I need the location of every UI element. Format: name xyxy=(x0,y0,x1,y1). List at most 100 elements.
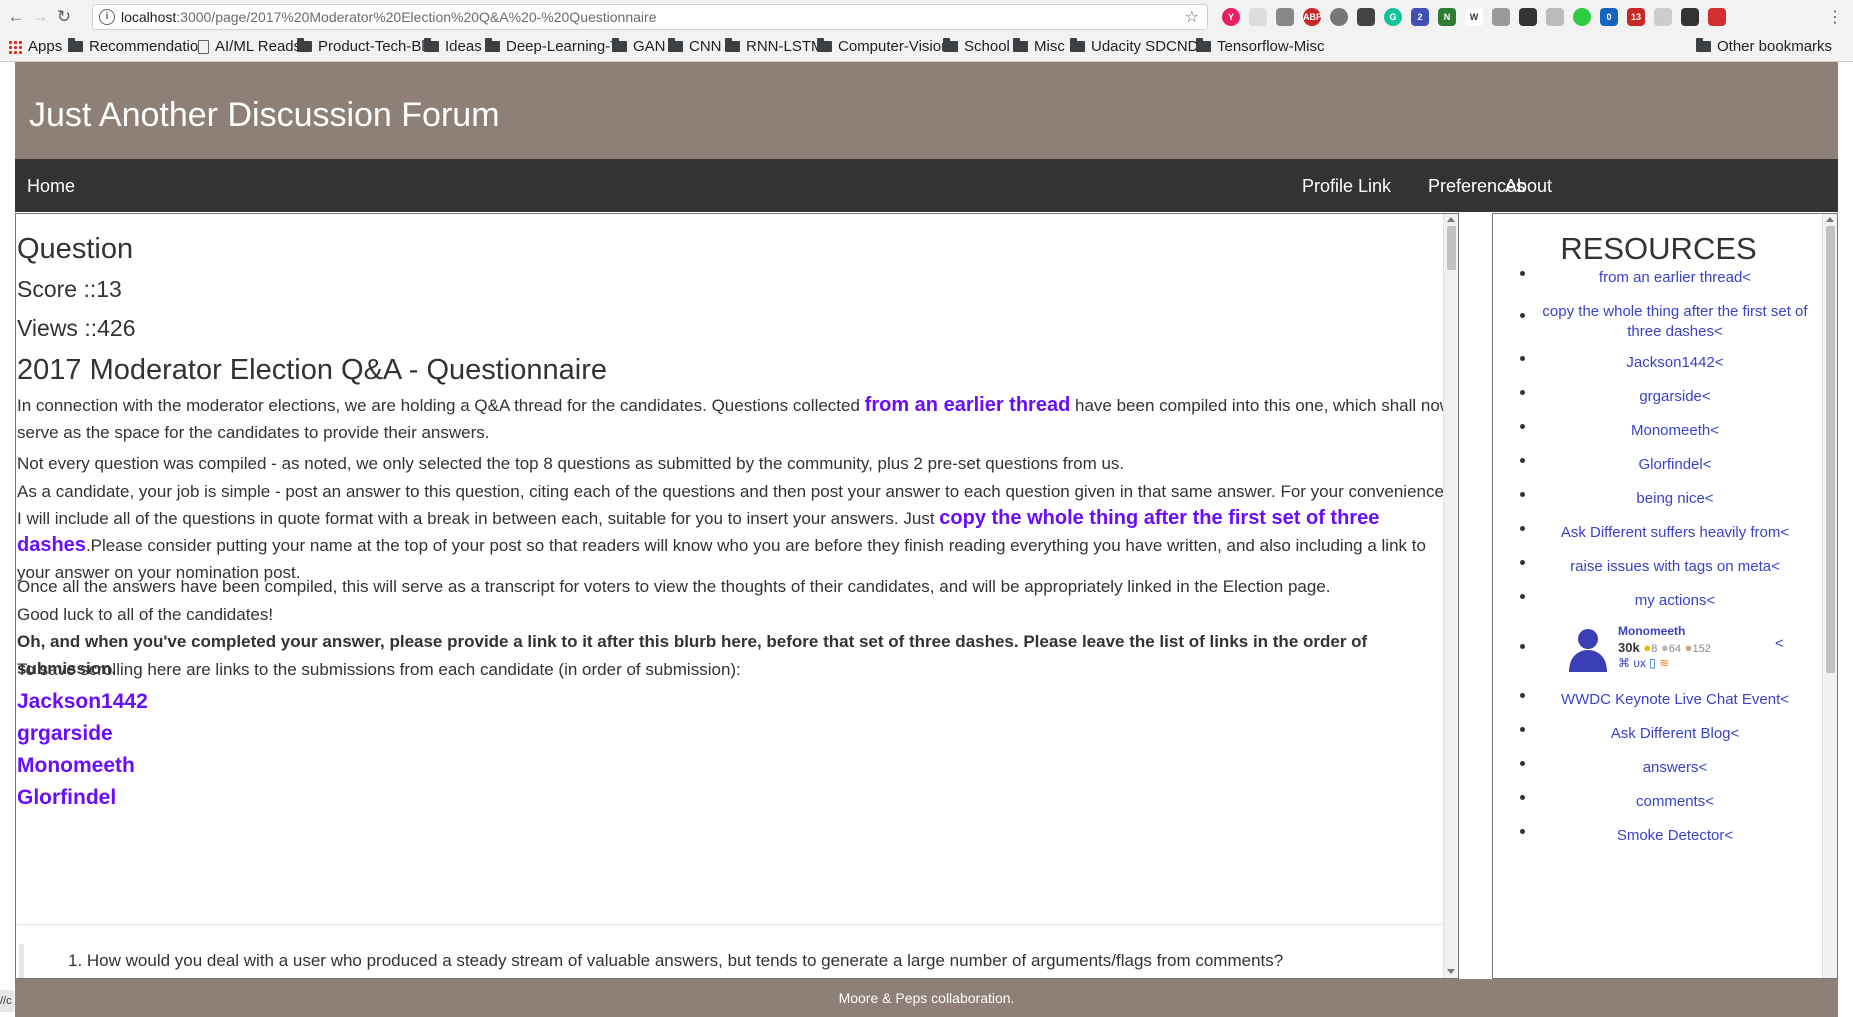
extension-red-icon[interactable] xyxy=(1708,8,1726,26)
resource-link[interactable]: my actions< xyxy=(1529,591,1821,611)
resource-link[interactable]: answers< xyxy=(1529,758,1821,778)
bookmark-label: Tensorflow-Misc xyxy=(1217,38,1325,55)
extension-lock-icon[interactable]: 0 xyxy=(1600,8,1618,26)
extension-drive-icon[interactable] xyxy=(1249,8,1267,26)
bookmark-item[interactable]: School xyxy=(943,38,1010,55)
adblock-icon[interactable]: ABP xyxy=(1303,8,1322,26)
resource-link[interactable]: Ask Different suffers heavily from< xyxy=(1529,523,1821,543)
pocket-icon[interactable] xyxy=(1519,8,1537,26)
bookmark-item[interactable]: CNN xyxy=(668,38,722,55)
bookmark-item[interactable]: Computer-Visior xyxy=(817,38,946,55)
bullet xyxy=(1520,313,1525,318)
extension-k-icon[interactable] xyxy=(1546,8,1564,26)
nav-home[interactable]: Home xyxy=(27,176,75,197)
candidate-link[interactable]: Glorfindel xyxy=(17,786,116,810)
extension-s-icon[interactable]: 2 xyxy=(1411,8,1429,26)
extension-inbox-icon[interactable] xyxy=(1276,8,1294,26)
grammarly-icon[interactable]: G xyxy=(1384,8,1402,26)
bookmark-item[interactable]: Deep-Learning-T xyxy=(485,38,619,55)
reload-icon[interactable]: ↻ xyxy=(54,7,74,27)
resource-link[interactable]: comments< xyxy=(1529,792,1821,812)
bookmark-item[interactable]: Ideas xyxy=(424,38,482,55)
paragraph-good-luck: Good luck to all of the candidates! xyxy=(17,605,274,624)
bullet xyxy=(1520,693,1525,698)
resources-scrollbar[interactable] xyxy=(1822,214,1837,978)
resources-panel: RESOURCES from an earlier thread< copy t… xyxy=(1492,213,1838,979)
info-icon[interactable]: i xyxy=(99,9,115,25)
extension-cup-icon[interactable] xyxy=(1492,8,1510,26)
scroll-down-icon[interactable] xyxy=(1447,969,1455,974)
extension-d-icon[interactable] xyxy=(1573,8,1591,26)
extension-chat-icon[interactable] xyxy=(1654,8,1672,26)
resource-link[interactable]: grgarside< xyxy=(1529,387,1821,407)
bookmark-item[interactable]: Tensorflow-Misc xyxy=(1196,38,1325,55)
nav-profile-link[interactable]: Profile Link xyxy=(1302,176,1391,197)
stack-icon: ≋ xyxy=(1659,656,1670,670)
scroll-up-icon[interactable] xyxy=(1447,217,1455,222)
bullet xyxy=(1520,644,1525,649)
candidate-link[interactable]: Jackson1442 xyxy=(17,690,148,714)
bookmark-item[interactable]: AI/ML Reads xyxy=(198,38,301,55)
scroll-up-icon[interactable] xyxy=(1826,217,1834,222)
extension-eye-icon[interactable] xyxy=(1330,8,1348,26)
candidate-link[interactable]: Monomeeth xyxy=(17,754,135,778)
resource-link[interactable]: Glorfindel< xyxy=(1529,455,1821,475)
resource-link[interactable]: Ask Different Blog< xyxy=(1529,724,1821,744)
flair-reputation: 30k ●8 ●64 ●152 xyxy=(1618,640,1711,655)
extension-n-icon[interactable]: N xyxy=(1438,8,1456,26)
paragraph-links-intro: To save scrolling here are links to the … xyxy=(17,660,741,679)
bullet xyxy=(1520,795,1525,800)
resource-link[interactable]: Jackson1442< xyxy=(1529,353,1821,373)
bookmark-star-icon[interactable]: ☆ xyxy=(1185,7,1199,27)
resource-link[interactable]: being nice< xyxy=(1529,489,1821,509)
bookmark-other[interactable]: Other bookmarks xyxy=(1696,38,1832,55)
flair-site-icons: ⌘ ᴜx ▯ ≋ xyxy=(1618,656,1669,670)
scrollbar-thumb[interactable] xyxy=(1826,226,1835,673)
url-text[interactable]: localhost:3000/page/2017%20Moderator%20E… xyxy=(121,9,656,25)
extension-y-icon[interactable]: Y xyxy=(1222,8,1240,26)
question-scrollbar[interactable] xyxy=(1443,214,1458,978)
resource-link[interactable]: WWDC Keynote Live Chat Event< xyxy=(1529,690,1821,710)
bookmark-apps[interactable]: Apps xyxy=(8,38,62,55)
rep-value: 30k xyxy=(1618,640,1640,655)
folder-icon xyxy=(725,38,740,52)
resource-link[interactable]: raise issues with tags on meta< xyxy=(1529,557,1821,577)
user-flair[interactable]: Monomeeth 30k ●8 ●64 ●152 ⌘ ᴜx ▯ ≋ < xyxy=(1565,622,1815,674)
site-footer: Moore & Peps collaboration. xyxy=(15,979,1838,1017)
bookmark-item[interactable]: Recommendatio xyxy=(68,38,198,55)
bookmark-label: Product-Tech-Bl xyxy=(318,38,425,55)
bullet xyxy=(1520,761,1525,766)
folder-icon xyxy=(612,38,627,52)
wikipedia-icon[interactable]: W xyxy=(1465,8,1483,26)
resource-link[interactable]: Smoke Detector< xyxy=(1529,826,1821,846)
folder-icon xyxy=(817,38,832,52)
bookmarks-bar: Apps Recommendatio AI/ML Reads Product-T… xyxy=(0,34,1853,62)
divider xyxy=(17,924,1457,925)
bookmark-item[interactable]: Product-Tech-Bl xyxy=(297,38,425,55)
candidate-link[interactable]: grgarside xyxy=(17,722,113,746)
scrollbar-thumb[interactable] xyxy=(1447,226,1456,270)
extension-badge: 13 xyxy=(1630,12,1641,22)
bookmark-item[interactable]: Misc xyxy=(1013,38,1065,55)
address-bar[interactable]: i localhost:3000/page/2017%20Moderator%2… xyxy=(92,4,1208,30)
bookmark-item[interactable]: Udacity SDCNDP xyxy=(1070,38,1209,55)
bookmark-item[interactable]: GAN xyxy=(612,38,666,55)
resource-link[interactable]: Monomeeth< xyxy=(1529,421,1821,441)
nav-about[interactable]: About xyxy=(1505,176,1552,197)
extension-calendar-icon[interactable]: 13 xyxy=(1627,8,1645,26)
forward-arrow-icon[interactable]: → xyxy=(30,7,50,27)
back-arrow-icon[interactable]: ← xyxy=(6,7,26,27)
folder-icon xyxy=(1013,38,1028,52)
bookmark-item[interactable]: RNN-LSTM xyxy=(725,38,824,55)
resource-link[interactable]: from an earlier thread< xyxy=(1529,268,1821,288)
bookmark-label: CNN xyxy=(689,38,722,55)
doc-icon: ▯ xyxy=(1649,656,1656,670)
gold-badge-icon: ● xyxy=(1643,640,1652,655)
resource-link[interactable]: copy the whole thing after the first set… xyxy=(1529,302,1821,342)
extension-grid-icon[interactable] xyxy=(1681,8,1699,26)
resource-item-flair: Monomeeth 30k ●8 ●64 ●152 ⌘ ᴜx ▯ ≋ < xyxy=(1493,622,1824,676)
resources-heading: RESOURCES xyxy=(1560,231,1757,266)
browser-menu-icon[interactable]: ⋮ xyxy=(1827,7,1843,27)
link-earlier-thread[interactable]: from an earlier thread xyxy=(865,394,1071,416)
evernote-icon[interactable] xyxy=(1357,8,1375,26)
